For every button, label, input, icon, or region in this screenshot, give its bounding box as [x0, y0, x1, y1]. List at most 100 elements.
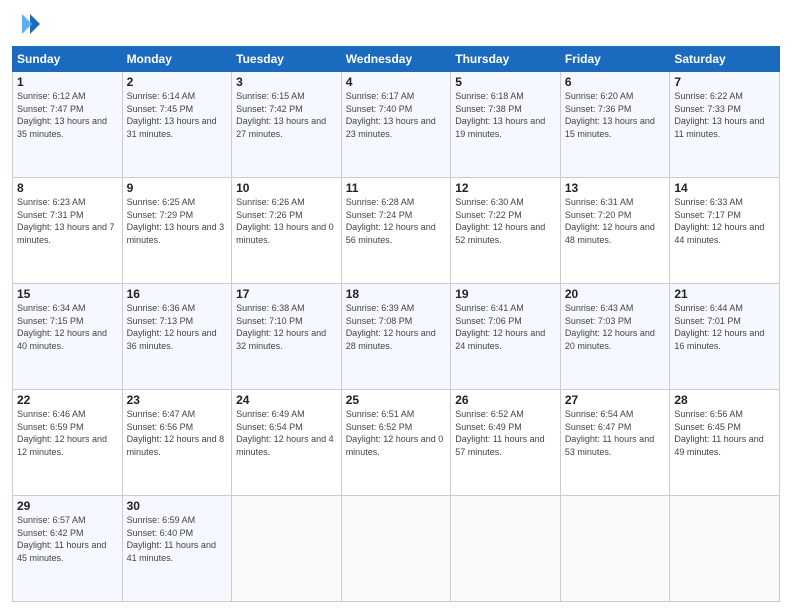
calendar-cell: 2 Sunrise: 6:14 AMSunset: 7:45 PMDayligh…	[122, 72, 232, 178]
day-number: 5	[455, 75, 556, 89]
day-number: 2	[127, 75, 228, 89]
day-info: Sunrise: 6:46 AMSunset: 6:59 PMDaylight:…	[17, 408, 118, 458]
day-number: 13	[565, 181, 666, 195]
calendar-cell	[670, 496, 780, 602]
calendar-week-row: 29 Sunrise: 6:57 AMSunset: 6:42 PMDaylig…	[13, 496, 780, 602]
day-info: Sunrise: 6:59 AMSunset: 6:40 PMDaylight:…	[127, 514, 228, 564]
calendar-cell: 20 Sunrise: 6:43 AMSunset: 7:03 PMDaylig…	[560, 284, 670, 390]
day-info: Sunrise: 6:56 AMSunset: 6:45 PMDaylight:…	[674, 408, 775, 458]
day-of-week-header: Friday	[560, 47, 670, 72]
calendar-cell: 15 Sunrise: 6:34 AMSunset: 7:15 PMDaylig…	[13, 284, 123, 390]
page: SundayMondayTuesdayWednesdayThursdayFrid…	[0, 0, 792, 612]
day-number: 6	[565, 75, 666, 89]
calendar-cell: 1 Sunrise: 6:12 AMSunset: 7:47 PMDayligh…	[13, 72, 123, 178]
calendar-cell: 6 Sunrise: 6:20 AMSunset: 7:36 PMDayligh…	[560, 72, 670, 178]
calendar-cell: 30 Sunrise: 6:59 AMSunset: 6:40 PMDaylig…	[122, 496, 232, 602]
day-number: 12	[455, 181, 556, 195]
day-info: Sunrise: 6:52 AMSunset: 6:49 PMDaylight:…	[455, 408, 556, 458]
day-number: 20	[565, 287, 666, 301]
day-number: 1	[17, 75, 118, 89]
day-info: Sunrise: 6:18 AMSunset: 7:38 PMDaylight:…	[455, 90, 556, 140]
calendar-cell: 18 Sunrise: 6:39 AMSunset: 7:08 PMDaylig…	[341, 284, 451, 390]
day-number: 8	[17, 181, 118, 195]
calendar-cell: 14 Sunrise: 6:33 AMSunset: 7:17 PMDaylig…	[670, 178, 780, 284]
calendar-cell	[232, 496, 342, 602]
day-number: 11	[346, 181, 447, 195]
day-info: Sunrise: 6:49 AMSunset: 6:54 PMDaylight:…	[236, 408, 337, 458]
day-info: Sunrise: 6:28 AMSunset: 7:24 PMDaylight:…	[346, 196, 447, 246]
calendar-cell: 4 Sunrise: 6:17 AMSunset: 7:40 PMDayligh…	[341, 72, 451, 178]
day-info: Sunrise: 6:36 AMSunset: 7:13 PMDaylight:…	[127, 302, 228, 352]
day-number: 18	[346, 287, 447, 301]
day-of-week-header: Tuesday	[232, 47, 342, 72]
calendar-cell: 8 Sunrise: 6:23 AMSunset: 7:31 PMDayligh…	[13, 178, 123, 284]
day-of-week-header: Monday	[122, 47, 232, 72]
day-number: 9	[127, 181, 228, 195]
day-number: 10	[236, 181, 337, 195]
calendar-week-row: 1 Sunrise: 6:12 AMSunset: 7:47 PMDayligh…	[13, 72, 780, 178]
day-info: Sunrise: 6:26 AMSunset: 7:26 PMDaylight:…	[236, 196, 337, 246]
day-number: 29	[17, 499, 118, 513]
day-number: 23	[127, 393, 228, 407]
day-info: Sunrise: 6:12 AMSunset: 7:47 PMDaylight:…	[17, 90, 118, 140]
calendar-cell: 22 Sunrise: 6:46 AMSunset: 6:59 PMDaylig…	[13, 390, 123, 496]
calendar-body: 1 Sunrise: 6:12 AMSunset: 7:47 PMDayligh…	[13, 72, 780, 602]
day-number: 4	[346, 75, 447, 89]
day-number: 7	[674, 75, 775, 89]
day-info: Sunrise: 6:30 AMSunset: 7:22 PMDaylight:…	[455, 196, 556, 246]
day-info: Sunrise: 6:39 AMSunset: 7:08 PMDaylight:…	[346, 302, 447, 352]
day-number: 25	[346, 393, 447, 407]
calendar-cell: 5 Sunrise: 6:18 AMSunset: 7:38 PMDayligh…	[451, 72, 561, 178]
calendar-cell: 21 Sunrise: 6:44 AMSunset: 7:01 PMDaylig…	[670, 284, 780, 390]
day-info: Sunrise: 6:44 AMSunset: 7:01 PMDaylight:…	[674, 302, 775, 352]
calendar-cell: 7 Sunrise: 6:22 AMSunset: 7:33 PMDayligh…	[670, 72, 780, 178]
calendar-cell	[560, 496, 670, 602]
calendar-cell: 13 Sunrise: 6:31 AMSunset: 7:20 PMDaylig…	[560, 178, 670, 284]
day-info: Sunrise: 6:25 AMSunset: 7:29 PMDaylight:…	[127, 196, 228, 246]
calendar-cell: 16 Sunrise: 6:36 AMSunset: 7:13 PMDaylig…	[122, 284, 232, 390]
calendar-cell: 3 Sunrise: 6:15 AMSunset: 7:42 PMDayligh…	[232, 72, 342, 178]
day-info: Sunrise: 6:20 AMSunset: 7:36 PMDaylight:…	[565, 90, 666, 140]
day-number: 3	[236, 75, 337, 89]
calendar-cell: 10 Sunrise: 6:26 AMSunset: 7:26 PMDaylig…	[232, 178, 342, 284]
calendar-cell: 11 Sunrise: 6:28 AMSunset: 7:24 PMDaylig…	[341, 178, 451, 284]
calendar-cell: 26 Sunrise: 6:52 AMSunset: 6:49 PMDaylig…	[451, 390, 561, 496]
calendar-cell: 9 Sunrise: 6:25 AMSunset: 7:29 PMDayligh…	[122, 178, 232, 284]
calendar-cell: 29 Sunrise: 6:57 AMSunset: 6:42 PMDaylig…	[13, 496, 123, 602]
calendar-cell: 23 Sunrise: 6:47 AMSunset: 6:56 PMDaylig…	[122, 390, 232, 496]
day-number: 26	[455, 393, 556, 407]
calendar-cell: 25 Sunrise: 6:51 AMSunset: 6:52 PMDaylig…	[341, 390, 451, 496]
day-number: 14	[674, 181, 775, 195]
calendar-week-row: 15 Sunrise: 6:34 AMSunset: 7:15 PMDaylig…	[13, 284, 780, 390]
day-info: Sunrise: 6:43 AMSunset: 7:03 PMDaylight:…	[565, 302, 666, 352]
day-info: Sunrise: 6:47 AMSunset: 6:56 PMDaylight:…	[127, 408, 228, 458]
logo-icon	[12, 10, 40, 38]
day-number: 17	[236, 287, 337, 301]
calendar-cell	[451, 496, 561, 602]
day-of-week-header: Sunday	[13, 47, 123, 72]
logo	[12, 10, 44, 38]
day-of-week-header: Wednesday	[341, 47, 451, 72]
day-info: Sunrise: 6:54 AMSunset: 6:47 PMDaylight:…	[565, 408, 666, 458]
calendar-week-row: 22 Sunrise: 6:46 AMSunset: 6:59 PMDaylig…	[13, 390, 780, 496]
calendar-cell: 19 Sunrise: 6:41 AMSunset: 7:06 PMDaylig…	[451, 284, 561, 390]
day-info: Sunrise: 6:41 AMSunset: 7:06 PMDaylight:…	[455, 302, 556, 352]
calendar-table: SundayMondayTuesdayWednesdayThursdayFrid…	[12, 46, 780, 602]
day-info: Sunrise: 6:31 AMSunset: 7:20 PMDaylight:…	[565, 196, 666, 246]
day-number: 21	[674, 287, 775, 301]
day-number: 22	[17, 393, 118, 407]
calendar-week-row: 8 Sunrise: 6:23 AMSunset: 7:31 PMDayligh…	[13, 178, 780, 284]
header	[12, 10, 780, 38]
day-info: Sunrise: 6:33 AMSunset: 7:17 PMDaylight:…	[674, 196, 775, 246]
day-info: Sunrise: 6:38 AMSunset: 7:10 PMDaylight:…	[236, 302, 337, 352]
calendar-cell: 28 Sunrise: 6:56 AMSunset: 6:45 PMDaylig…	[670, 390, 780, 496]
day-number: 19	[455, 287, 556, 301]
day-info: Sunrise: 6:17 AMSunset: 7:40 PMDaylight:…	[346, 90, 447, 140]
day-number: 28	[674, 393, 775, 407]
day-info: Sunrise: 6:14 AMSunset: 7:45 PMDaylight:…	[127, 90, 228, 140]
calendar-cell	[341, 496, 451, 602]
day-of-week-row: SundayMondayTuesdayWednesdayThursdayFrid…	[13, 47, 780, 72]
day-number: 27	[565, 393, 666, 407]
calendar-cell: 12 Sunrise: 6:30 AMSunset: 7:22 PMDaylig…	[451, 178, 561, 284]
calendar-cell: 17 Sunrise: 6:38 AMSunset: 7:10 PMDaylig…	[232, 284, 342, 390]
